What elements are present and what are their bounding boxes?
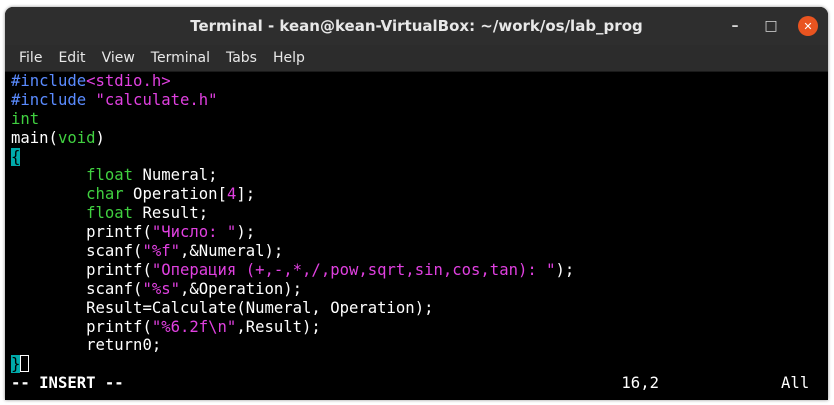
code-line: scanf("%f",&Numeral);: [86, 242, 284, 261]
menu-file[interactable]: File: [11, 50, 50, 66]
matched-brace: }: [11, 355, 21, 374]
code-line: float Numeral;: [86, 166, 218, 185]
code-line: printf("Операция (+,-,*,/,pow,sqrt,sin,c…: [86, 260, 575, 279]
window-title: Terminal - kean@kean-VirtualBox: ~/work/…: [190, 17, 643, 35]
text-cursor: [20, 355, 30, 373]
close-icon[interactable]: ✕: [798, 16, 818, 36]
menu-view[interactable]: View: [94, 50, 143, 66]
cursor-position: 16,2: [621, 374, 659, 393]
matched-brace: {: [11, 147, 21, 166]
code-line: printf("Число: ");: [86, 223, 256, 242]
menu-bar: File Edit View Terminal Tabs Help: [5, 45, 828, 72]
code-line: {: [11, 147, 828, 167]
title-bar[interactable]: Terminal - kean@kean-VirtualBox: ~/work/…: [5, 7, 828, 45]
minimize-icon[interactable]: –: [726, 17, 744, 35]
menu-help[interactable]: Help: [265, 50, 313, 66]
code-line: scanf("%s",&Operation);: [86, 279, 303, 298]
vim-status-line: -- INSERT -- 16,2 All: [11, 374, 828, 393]
maximize-icon[interactable]: □: [762, 17, 780, 35]
window-controls: – □ ✕: [726, 7, 818, 45]
code-line: main(void): [11, 128, 105, 147]
code-line: Result=Calculate(Numeral, Operation);: [86, 298, 434, 317]
menu-edit[interactable]: Edit: [50, 50, 93, 66]
code-line: float Result;: [86, 204, 209, 223]
mode-indicator: -- INSERT --: [11, 374, 124, 393]
code-line: int: [11, 109, 40, 128]
menu-terminal[interactable]: Terminal: [143, 50, 218, 66]
code-line: }: [11, 355, 828, 374]
menu-tabs[interactable]: Tabs: [218, 50, 265, 66]
terminal-window: Terminal - kean@kean-VirtualBox: ~/work/…: [5, 7, 828, 400]
code-line: char Operation[4];: [86, 185, 256, 204]
code-line: #include "calculate.h": [11, 90, 218, 109]
code-line: #include<stdio.h>: [11, 72, 171, 90]
scroll-indicator: All: [781, 374, 810, 393]
status-right: 16,2 All: [621, 374, 828, 393]
terminal-area[interactable]: #include<stdio.h> #include "calculate.h"…: [5, 72, 828, 400]
code-line: return0;: [86, 336, 162, 355]
code-line: printf("%6.2f\n",Result);: [86, 317, 321, 336]
